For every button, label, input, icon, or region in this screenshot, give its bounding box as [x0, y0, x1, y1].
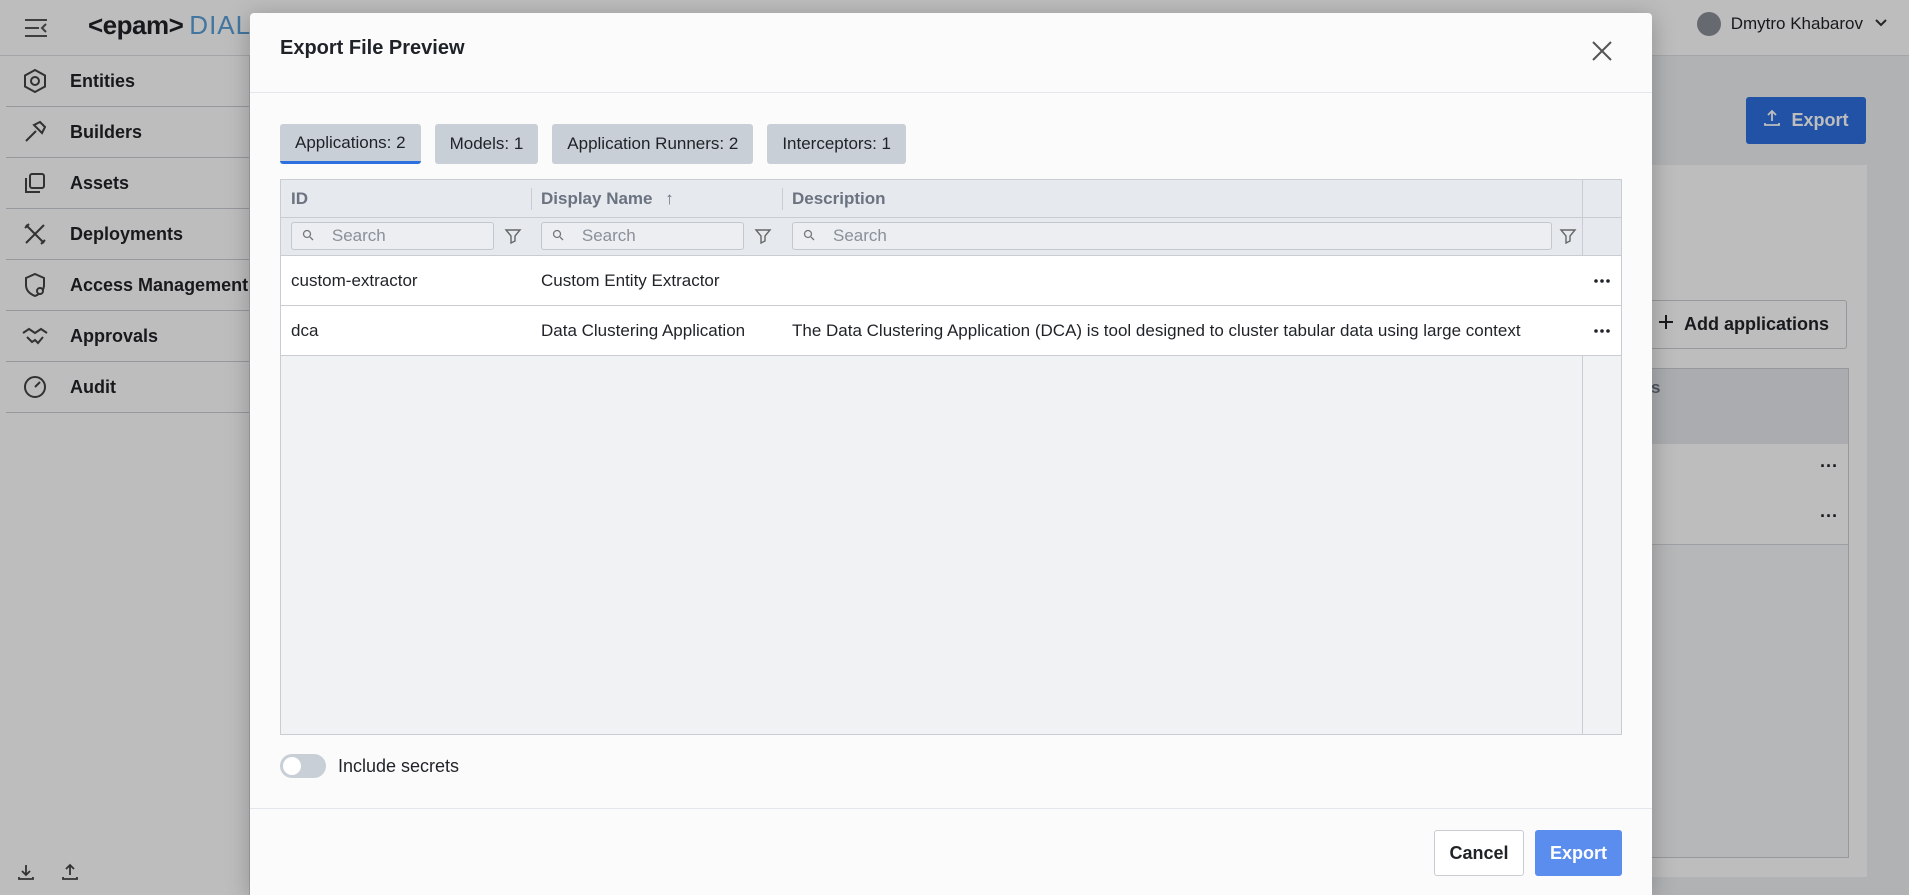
filter-icon[interactable]	[504, 227, 522, 245]
cell-id: dca	[291, 321, 319, 340]
search-icon	[302, 229, 316, 243]
sort-ascending-icon: ↑	[665, 189, 674, 208]
include-secrets-toggle[interactable]	[280, 754, 326, 778]
filter-icon[interactable]	[754, 227, 772, 245]
cancel-button[interactable]: Cancel	[1434, 830, 1524, 876]
include-secrets-control: Include secrets	[280, 754, 459, 778]
row-actions-button[interactable]	[1582, 306, 1621, 356]
cell-display-name: Data Clustering Application	[541, 321, 746, 340]
column-resize-handle[interactable]	[782, 188, 783, 210]
search-icon	[803, 229, 817, 243]
dialog-title: Export File Preview	[280, 37, 465, 59]
search-field-id[interactable]	[291, 222, 494, 250]
cell-description: The Data Clustering Application (DCA) is…	[792, 321, 1521, 340]
dialog-footer: Cancel Export	[250, 808, 1652, 895]
search-field-display-name[interactable]	[541, 222, 744, 250]
search-input[interactable]	[579, 225, 743, 247]
search-input[interactable]	[831, 225, 1442, 247]
cell-id: custom-extractor	[291, 271, 418, 290]
search-field-description[interactable]	[792, 222, 1552, 250]
toggle-knob	[283, 757, 301, 775]
column-header-display-name[interactable]: Display Name ↑	[541, 189, 674, 209]
filter-icon[interactable]	[1559, 227, 1577, 245]
tab-models[interactable]: Models: 1	[434, 124, 539, 164]
column-header-description[interactable]: Description	[792, 189, 886, 209]
cell-display-name: Custom Entity Extractor	[541, 271, 720, 290]
column-header-id[interactable]: ID	[291, 189, 308, 209]
export-button[interactable]: Export	[1535, 830, 1622, 876]
table-header: ID Display Name ↑ Description	[281, 180, 1621, 218]
tab-applications[interactable]: Applications: 2	[280, 124, 421, 164]
column-resize-handle[interactable]	[531, 188, 532, 210]
entity-tabs: Applications: 2 Models: 1 Application Ru…	[280, 124, 906, 164]
close-icon[interactable]	[1586, 35, 1618, 67]
export-table: ID Display Name ↑ Description Search Sea…	[280, 179, 1622, 735]
column-header-label: Display Name	[541, 189, 653, 208]
tab-application-runners[interactable]: Application Runners: 2	[552, 124, 754, 164]
more-icon	[1593, 328, 1610, 333]
include-secrets-label: Include secrets	[338, 755, 460, 776]
table-row[interactable]: dca Data Clustering Application The Data…	[281, 306, 1582, 356]
search-icon	[552, 229, 566, 243]
table-row[interactable]: custom-extractor Custom Entity Extractor	[281, 256, 1582, 306]
row-actions-button[interactable]	[1582, 256, 1621, 306]
dialog-header: Export File Preview	[250, 13, 1652, 93]
more-icon	[1593, 278, 1610, 283]
export-preview-dialog: Export File Preview Applications: 2 Mode…	[250, 13, 1652, 895]
filter-row	[281, 218, 1621, 256]
search-input[interactable]	[329, 225, 493, 247]
tab-interceptors[interactable]: Interceptors: 1	[767, 124, 906, 164]
